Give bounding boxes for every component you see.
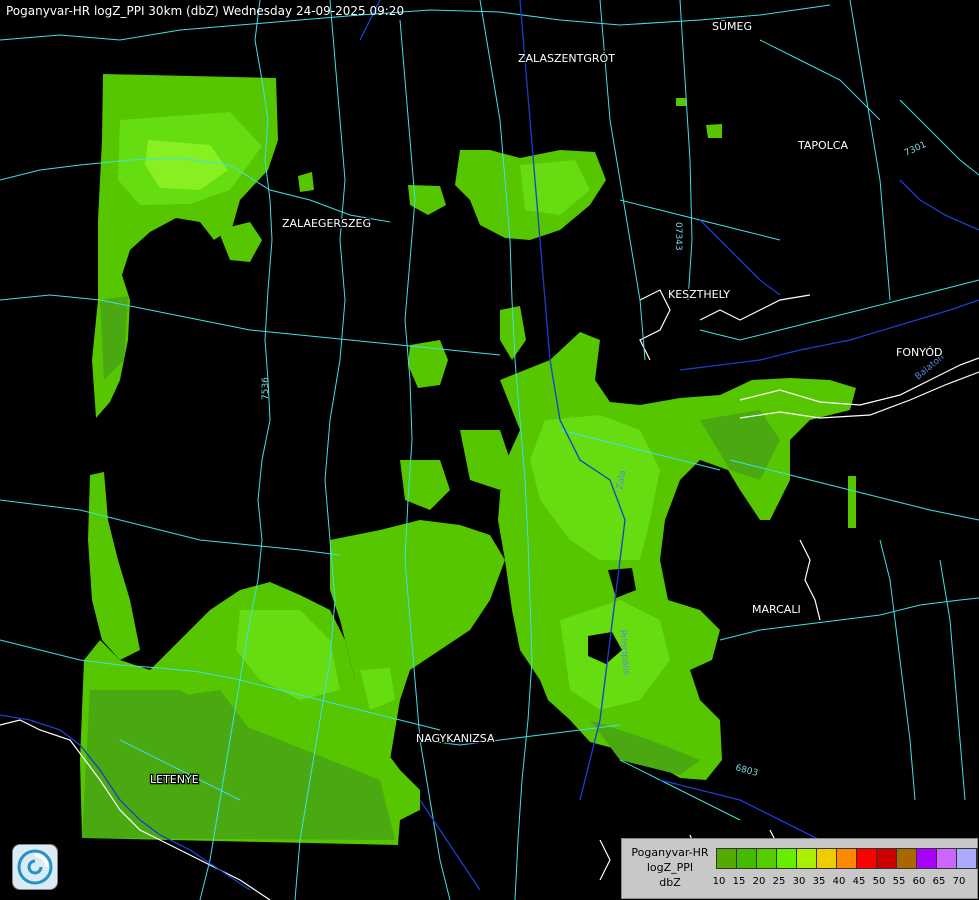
legend-swatch	[817, 849, 837, 868]
legend-tick-label: 50	[872, 876, 886, 887]
place-zalaszentgrot: ZALASZENTGRÓT	[518, 52, 615, 65]
legend-tick-label: 20	[752, 876, 766, 887]
legend-swatch	[937, 849, 957, 868]
legend-tick-label: 45	[852, 876, 866, 887]
legend-tick-label: 10	[712, 876, 726, 887]
place-marcali: MARCALI	[752, 603, 801, 616]
legend-tick-label: 70	[952, 876, 966, 887]
legend-title: Poganyvar-HR logZ_PPI dbZ	[624, 845, 716, 890]
legend-swatch	[797, 849, 817, 868]
legend-tick-label: 60	[912, 876, 926, 887]
color-legend: Poganyvar-HR logZ_PPI dbZ 10 15 20 25 30 35 40…	[621, 838, 978, 899]
legend-swatch	[957, 849, 977, 868]
place-tapolca: TAPOLCA	[797, 139, 848, 152]
legend-swatch	[737, 849, 757, 868]
road-label-07343: 07343	[673, 222, 683, 251]
legend-swatch	[897, 849, 917, 868]
radar-map: 07343 7301 7536 6803 Zala Balaton Princi…	[0, 0, 979, 900]
legend-tick-label: 30	[792, 876, 806, 887]
map-title: Poganyvar-HR logZ_PPI 30km (dbZ) Wednesd…	[6, 4, 405, 18]
place-zalaegerszeg: ZALAEGERSZEG	[282, 217, 371, 230]
legend-swatch	[857, 849, 877, 868]
legend-tick-label: 40	[832, 876, 846, 887]
legend-tick-label: 55	[892, 876, 906, 887]
legend-radar-name: Poganyvar-HR	[631, 846, 709, 859]
legend-swatch	[717, 849, 737, 868]
place-sumeg: SÜMEG	[712, 20, 752, 33]
legend-tick-label: 35	[812, 876, 826, 887]
radar-swirl-logo-icon	[12, 844, 58, 890]
place-nagykanizsa: NAGYKANIZSA	[416, 732, 495, 745]
legend-unit: dbZ	[659, 876, 681, 889]
legend-tick-label: 15	[732, 876, 746, 887]
legend-swatch	[757, 849, 777, 868]
place-letenye: LETENYE	[150, 773, 199, 786]
legend-swatch	[777, 849, 797, 868]
legend-swatches	[716, 848, 978, 869]
legend-tick-label: 25	[772, 876, 786, 887]
legend-swatch	[877, 849, 897, 868]
legend-product-name: logZ_PPI	[646, 861, 694, 874]
road-label-7536: 7536	[261, 377, 271, 400]
place-fonyod: FONYÓD	[896, 346, 942, 359]
legend-ticks: 10 15 20 25 30 35 40 45 50 55 60 65 70	[709, 876, 974, 890]
legend-swatch	[837, 849, 857, 868]
legend-swatch	[917, 849, 937, 868]
place-keszthely: KESZTHELY	[668, 288, 730, 301]
legend-tick-label: 65	[932, 876, 946, 887]
